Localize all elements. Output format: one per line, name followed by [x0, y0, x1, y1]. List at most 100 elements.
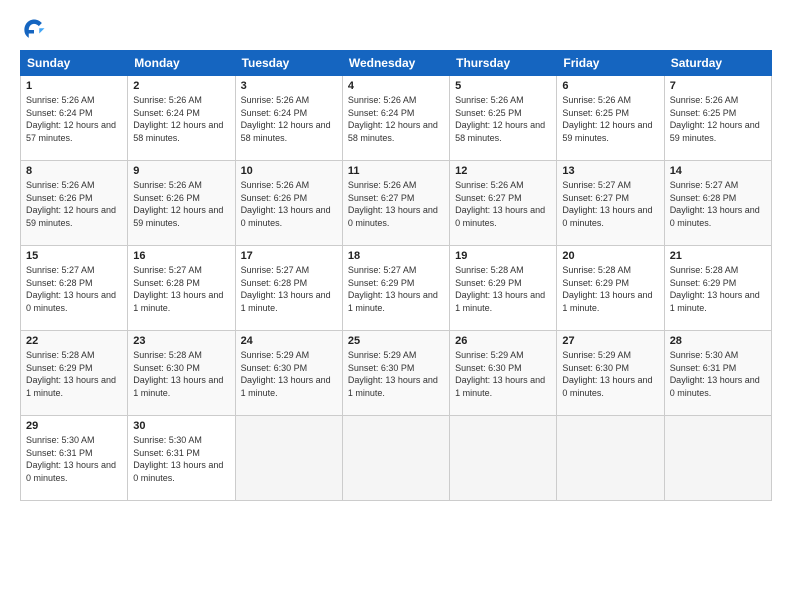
page: SundayMondayTuesdayWednesdayThursdayFrid…: [0, 0, 792, 612]
calendar-week-row: 1Sunrise: 5:26 AMSunset: 6:24 PMDaylight…: [21, 76, 772, 161]
day-detail: Sunrise: 5:28 AMSunset: 6:29 PMDaylight:…: [26, 349, 122, 399]
day-detail: Sunrise: 5:26 AMSunset: 6:24 PMDaylight:…: [241, 94, 337, 144]
day-detail: Sunrise: 5:26 AMSunset: 6:24 PMDaylight:…: [133, 94, 229, 144]
day-number: 14: [670, 165, 766, 177]
day-number: 29: [26, 420, 122, 432]
calendar-cell: [557, 416, 664, 501]
day-number: 9: [133, 165, 229, 177]
calendar-cell: 14Sunrise: 5:27 AMSunset: 6:28 PMDayligh…: [664, 161, 771, 246]
day-detail: Sunrise: 5:26 AMSunset: 6:24 PMDaylight:…: [348, 94, 444, 144]
col-header-monday: Monday: [128, 51, 235, 76]
calendar-cell: 17 Sunrise: 5:27 AMSunset: 6:28 PMDayligh…: [235, 246, 342, 331]
day-number: 12: [455, 165, 551, 177]
calendar-cell: 15 Sunrise: 5:27 AMSunset: 6:28 PMDayligh…: [21, 246, 128, 331]
day-number: 25: [348, 335, 444, 347]
calendar-cell: 23 Sunrise: 5:28 AMSunset: 6:30 PMDayligh…: [128, 331, 235, 416]
calendar-cell: 5 Sunrise: 5:26 AMSunset: 6:25 PMDaylight…: [450, 76, 557, 161]
day-detail: Sunrise: 5:26 AMSunset: 6:26 PMDaylight:…: [26, 179, 122, 229]
day-number: 19: [455, 250, 551, 262]
day-detail: Sunrise: 5:27 AMSunset: 6:28 PMDaylight:…: [133, 264, 229, 314]
calendar-cell: 9 Sunrise: 5:26 AMSunset: 6:26 PMDaylight…: [128, 161, 235, 246]
day-detail: Sunrise: 5:30 AMSunset: 6:31 PMDaylight:…: [670, 349, 766, 399]
calendar-header-row: SundayMondayTuesdayWednesdayThursdayFrid…: [21, 51, 772, 76]
day-detail: Sunrise: 5:26 AMSunset: 6:26 PMDaylight:…: [241, 179, 337, 229]
calendar-cell: 22 Sunrise: 5:28 AMSunset: 6:29 PMDayligh…: [21, 331, 128, 416]
col-header-tuesday: Tuesday: [235, 51, 342, 76]
calendar-cell: 26 Sunrise: 5:29 AMSunset: 6:30 PMDayligh…: [450, 331, 557, 416]
col-header-sunday: Sunday: [21, 51, 128, 76]
day-detail: Sunrise: 5:28 AMSunset: 6:29 PMDaylight:…: [562, 264, 658, 314]
day-number: 3: [241, 80, 337, 92]
day-detail: Sunrise: 5:27 AMSunset: 6:27 PMDaylight:…: [562, 179, 658, 229]
day-detail: Sunrise: 5:30 AMSunset: 6:31 PMDaylight:…: [133, 434, 229, 484]
day-number: 24: [241, 335, 337, 347]
calendar-cell: 4 Sunrise: 5:26 AMSunset: 6:24 PMDaylight…: [342, 76, 449, 161]
day-number: 16: [133, 250, 229, 262]
day-number: 20: [562, 250, 658, 262]
calendar-week-row: 29 Sunrise: 5:30 AMSunset: 6:31 PMDayligh…: [21, 416, 772, 501]
calendar-cell: 19 Sunrise: 5:28 AMSunset: 6:29 PMDayligh…: [450, 246, 557, 331]
calendar-cell: 28 Sunrise: 5:30 AMSunset: 6:31 PMDayligh…: [664, 331, 771, 416]
calendar-week-row: 22 Sunrise: 5:28 AMSunset: 6:29 PMDayligh…: [21, 331, 772, 416]
day-number: 7: [670, 80, 766, 92]
calendar-week-row: 8 Sunrise: 5:26 AMSunset: 6:26 PMDaylight…: [21, 161, 772, 246]
calendar-cell: 25 Sunrise: 5:29 AMSunset: 6:30 PMDayligh…: [342, 331, 449, 416]
calendar-cell: 21 Sunrise: 5:28 AMSunset: 6:29 PMDayligh…: [664, 246, 771, 331]
calendar-table: SundayMondayTuesdayWednesdayThursdayFrid…: [20, 50, 772, 501]
day-detail: Sunrise: 5:27 AMSunset: 6:28 PMDaylight:…: [26, 264, 122, 314]
day-detail: Sunrise: 5:28 AMSunset: 6:29 PMDaylight:…: [670, 264, 766, 314]
col-header-saturday: Saturday: [664, 51, 771, 76]
day-number: 28: [670, 335, 766, 347]
calendar-cell: 30 Sunrise: 5:30 AMSunset: 6:31 PMDayligh…: [128, 416, 235, 501]
calendar-cell: 27 Sunrise: 5:29 AMSunset: 6:30 PMDayligh…: [557, 331, 664, 416]
day-number: 15: [26, 250, 122, 262]
day-number: 13: [562, 165, 658, 177]
day-number: 17: [241, 250, 337, 262]
calendar-cell: 8 Sunrise: 5:26 AMSunset: 6:26 PMDaylight…: [21, 161, 128, 246]
day-number: 22: [26, 335, 122, 347]
day-detail: Sunrise: 5:26 AMSunset: 6:25 PMDaylight:…: [562, 94, 658, 144]
col-header-friday: Friday: [557, 51, 664, 76]
calendar-cell: 13 Sunrise: 5:27 AMSunset: 6:27 PMDayligh…: [557, 161, 664, 246]
calendar-cell: 16 Sunrise: 5:27 AMSunset: 6:28 PMDayligh…: [128, 246, 235, 331]
calendar-cell: [342, 416, 449, 501]
day-number: 4: [348, 80, 444, 92]
calendar-cell: 6 Sunrise: 5:26 AMSunset: 6:25 PMDaylight…: [557, 76, 664, 161]
calendar-cell: 18Sunrise: 5:27 AMSunset: 6:29 PMDayligh…: [342, 246, 449, 331]
calendar-cell: 1Sunrise: 5:26 AMSunset: 6:24 PMDaylight…: [21, 76, 128, 161]
day-detail: Sunrise: 5:29 AMSunset: 6:30 PMDaylight:…: [455, 349, 551, 399]
day-number: 11: [348, 165, 444, 177]
day-detail: Sunrise: 5:27 AMSunset: 6:28 PMDaylight:…: [241, 264, 337, 314]
calendar-week-row: 15 Sunrise: 5:27 AMSunset: 6:28 PMDayligh…: [21, 246, 772, 331]
col-header-thursday: Thursday: [450, 51, 557, 76]
calendar-cell: 11Sunrise: 5:26 AMSunset: 6:27 PMDayligh…: [342, 161, 449, 246]
day-detail: Sunrise: 5:26 AMSunset: 6:25 PMDaylight:…: [455, 94, 551, 144]
col-header-wednesday: Wednesday: [342, 51, 449, 76]
day-detail: Sunrise: 5:29 AMSunset: 6:30 PMDaylight:…: [348, 349, 444, 399]
calendar-cell: 24 Sunrise: 5:29 AMSunset: 6:30 PMDayligh…: [235, 331, 342, 416]
calendar-cell: [235, 416, 342, 501]
day-number: 6: [562, 80, 658, 92]
logo-icon: [20, 16, 48, 44]
day-number: 10: [241, 165, 337, 177]
day-detail: Sunrise: 5:26 AMSunset: 6:25 PMDaylight:…: [670, 94, 766, 144]
day-number: 30: [133, 420, 229, 432]
calendar-cell: [664, 416, 771, 501]
day-detail: Sunrise: 5:26 AMSunset: 6:26 PMDaylight:…: [133, 179, 229, 229]
day-number: 27: [562, 335, 658, 347]
day-number: 2: [133, 80, 229, 92]
day-number: 18: [348, 250, 444, 262]
day-detail: Sunrise: 5:29 AMSunset: 6:30 PMDaylight:…: [241, 349, 337, 399]
day-number: 8: [26, 165, 122, 177]
day-number: 26: [455, 335, 551, 347]
day-detail: Sunrise: 5:26 AMSunset: 6:24 PMDaylight:…: [26, 94, 122, 144]
day-number: 21: [670, 250, 766, 262]
day-number: 5: [455, 80, 551, 92]
day-detail: Sunrise: 5:28 AMSunset: 6:29 PMDaylight:…: [455, 264, 551, 314]
logo: [20, 16, 52, 44]
day-number: 23: [133, 335, 229, 347]
calendar-cell: 20 Sunrise: 5:28 AMSunset: 6:29 PMDayligh…: [557, 246, 664, 331]
day-detail: Sunrise: 5:29 AMSunset: 6:30 PMDaylight:…: [562, 349, 658, 399]
calendar-cell: 2 Sunrise: 5:26 AMSunset: 6:24 PMDaylight…: [128, 76, 235, 161]
day-detail: Sunrise: 5:28 AMSunset: 6:30 PMDaylight:…: [133, 349, 229, 399]
